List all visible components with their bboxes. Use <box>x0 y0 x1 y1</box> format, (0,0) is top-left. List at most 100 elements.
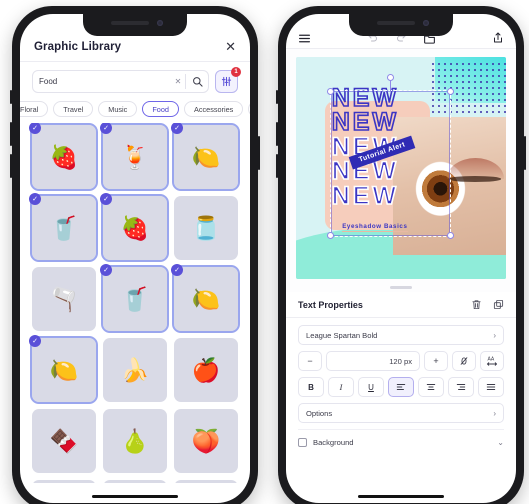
resize-handle-top-left[interactable] <box>327 87 335 95</box>
design-canvas[interactable]: NEW NEW NEW NEW NEW Eyeshadow Basics Tutoria… <box>296 57 506 279</box>
hamburger-menu-icon[interactable] <box>298 32 311 45</box>
graphic-cell-pear[interactable]: 🍐 <box>103 409 167 473</box>
mute-switch[interactable] <box>10 90 12 104</box>
lemon-wedge-icon: 🍋 <box>49 356 79 383</box>
selected-check-icon[interactable]: ✓ <box>171 123 183 134</box>
graphics-grid: 🍓✓🍹✓🍋✓🥤✓🍓✓🫙🫗🥤✓🍋✓🍋✓🍌🍎🍫🍐🍑🍊🍊🍃 <box>29 123 240 483</box>
letter-spacing-icon[interactable]: AA <box>480 351 504 371</box>
phone-left: Graphic Library ✕ ✕ <box>10 6 260 504</box>
banana-icon: 🍌 <box>120 356 150 383</box>
mute-switch-right[interactable] <box>276 90 278 104</box>
graphic-cell-peach-slice[interactable]: 🍑 <box>174 409 238 473</box>
peach-slice-icon: 🍑 <box>191 427 221 454</box>
strawberry-red-icon: 🍓 <box>120 214 150 241</box>
background-row[interactable]: Background ⌄ <box>298 429 504 449</box>
category-chip-music[interactable]: Music <box>98 101 138 117</box>
clear-icon[interactable]: ✕ <box>171 77 185 86</box>
graphic-cell-orange-slice[interactable]: 🍊 <box>32 480 96 483</box>
home-indicator <box>92 494 178 498</box>
font-size-row: − 120 px + AA <box>298 351 504 371</box>
share-icon[interactable] <box>492 32 504 44</box>
graphic-cell-lemon-slice[interactable]: 🍋 ✓ <box>171 264 240 333</box>
fruit-punch-jar-icon: 🫗 <box>49 285 79 312</box>
underline-button[interactable]: U <box>358 377 384 397</box>
selected-check-icon[interactable]: ✓ <box>29 123 41 134</box>
graphic-cell-banana[interactable]: 🍌 <box>103 338 167 402</box>
canvas-area[interactable]: NEW NEW NEW NEW NEW Eyeshadow Basics Tutoria… <box>286 49 516 281</box>
pear-icon: 🍐 <box>120 427 150 454</box>
close-icon[interactable]: ✕ <box>225 40 236 53</box>
options-label: Options <box>306 408 333 418</box>
selected-check-icon[interactable]: ✓ <box>100 264 112 276</box>
selected-check-icon[interactable]: ✓ <box>29 335 41 347</box>
graphic-cell-strawberry-pink[interactable]: 🍓 ✓ <box>29 123 98 191</box>
home-indicator-right <box>358 494 444 498</box>
category-chip-accessories[interactable]: Accessories <box>183 101 244 117</box>
pink-drink-cup-icon: 🥤 <box>49 214 79 241</box>
speaker-grille-right <box>377 21 415 25</box>
background-checkbox[interactable] <box>298 438 307 447</box>
chevron-down-icon[interactable]: ⌄ <box>497 438 504 447</box>
search-icon[interactable] <box>186 76 208 87</box>
font-family-field[interactable]: League Spartan Bold › <box>298 325 504 345</box>
properties-divider <box>286 317 516 318</box>
category-chip-food[interactable]: Food <box>142 101 179 117</box>
search-input[interactable] <box>33 77 171 86</box>
panel-drag-handle[interactable] <box>286 281 516 292</box>
volume-down-button-right[interactable] <box>276 154 278 178</box>
italic-button[interactable]: I <box>328 377 354 397</box>
filter-badge: 1 <box>231 67 241 77</box>
graphic-cell-lemonade-glass[interactable]: 🍹 ✓ <box>100 123 169 191</box>
graphic-cell-pink-smoothie-jar[interactable]: 🫙 <box>174 196 238 260</box>
left-screen: Graphic Library ✕ ✕ <box>20 14 250 503</box>
lemon-slice-icon: 🍋 <box>191 285 221 312</box>
text-style-row: B I U <box>298 377 504 397</box>
volume-up-button[interactable] <box>10 122 12 146</box>
selected-check-icon[interactable]: ✓ <box>100 193 112 205</box>
category-chip-travel[interactable]: Travel <box>53 101 94 117</box>
font-size-increase-button[interactable]: + <box>424 351 448 371</box>
graphic-cell-leaf-sprig[interactable]: 🍃 <box>174 480 238 483</box>
volume-down-button[interactable] <box>10 154 12 178</box>
category-chip-list[interactable]: FloralTravelMusicFoodAccessories Wedd <box>20 99 250 123</box>
svg-text:AA: AA <box>488 357 495 363</box>
screenshot-stage: Graphic Library ✕ ✕ <box>0 0 529 504</box>
volume-up-button-right[interactable] <box>276 122 278 146</box>
apple-bite-icon: 🍎 <box>191 356 221 383</box>
bold-button[interactable]: B <box>298 377 324 397</box>
graphic-cell-popsicle[interactable]: 🍫 <box>32 409 96 473</box>
font-family-value: League Spartan Bold <box>306 330 378 340</box>
selected-check-icon[interactable]: ✓ <box>171 264 183 276</box>
power-button-right[interactable] <box>524 136 526 170</box>
selection-box[interactable] <box>327 74 454 240</box>
font-size-value[interactable]: 120 px <box>326 351 420 371</box>
graphic-cell-strawberry-red[interactable]: 🍓 ✓ <box>100 193 169 262</box>
selected-check-icon[interactable]: ✓ <box>100 123 112 134</box>
filter-button[interactable]: 1 <box>215 67 241 93</box>
graphic-cell-lemon-wedge[interactable]: 🍋 ✓ <box>29 335 98 404</box>
align-right-icon[interactable] <box>448 377 474 397</box>
selected-check-icon[interactable]: ✓ <box>29 193 41 205</box>
options-field[interactable]: Options › <box>298 403 504 423</box>
graphics-scroll-area[interactable]: 🍓✓🍹✓🍋✓🥤✓🍓✓🫙🫗🥤✓🍋✓🍋✓🍌🍎🍫🍐🍑🍊🍊🍃 <box>20 123 250 483</box>
graphic-cell-lemon[interactable]: 🍋 ✓ <box>171 123 240 191</box>
trash-icon[interactable] <box>471 299 482 310</box>
align-center-icon[interactable] <box>418 377 444 397</box>
background-label: Background <box>313 438 354 447</box>
resize-handle-top-right[interactable] <box>446 87 454 95</box>
chevron-right-icon: › <box>493 330 496 340</box>
graphic-cell-apple-bite[interactable]: 🍎 <box>174 338 238 402</box>
category-chip-wedd[interactable]: Wedd <box>248 101 250 117</box>
opacity-icon[interactable] <box>452 351 476 371</box>
align-left-icon[interactable] <box>388 377 414 397</box>
align-justify-icon[interactable] <box>478 377 504 397</box>
graphic-cell-fruit-punch-jar[interactable]: 🫗 <box>32 267 96 331</box>
graphic-cell-pink-drink-cup[interactable]: 🥤 ✓ <box>29 193 98 262</box>
duplicate-icon[interactable] <box>493 299 504 310</box>
graphic-cell-lemonade-straw-glass[interactable]: 🥤 ✓ <box>100 264 169 333</box>
graphic-cell-persimmon-leaf[interactable]: 🍊 <box>103 480 167 483</box>
power-button[interactable] <box>258 136 260 170</box>
font-size-decrease-button[interactable]: − <box>298 351 322 371</box>
category-chip-floral[interactable]: Floral <box>20 101 49 117</box>
properties-actions <box>471 299 504 310</box>
